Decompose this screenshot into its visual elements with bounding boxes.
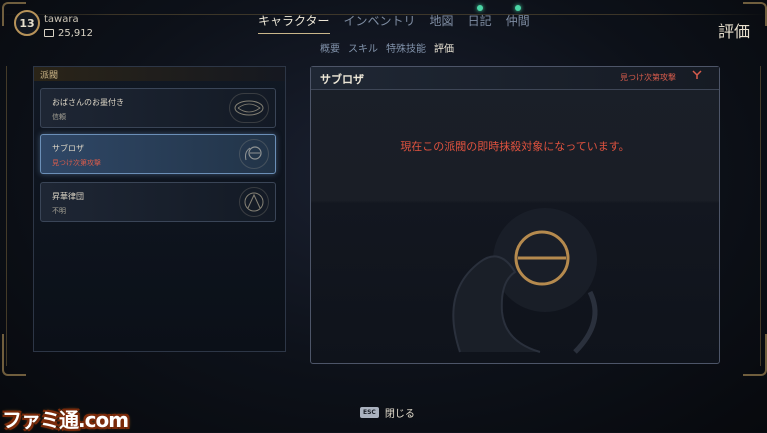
scroll-emblem-icon	[229, 93, 269, 123]
tab-journal[interactable]: 日記	[468, 5, 492, 29]
hostile-status-icon	[692, 70, 702, 79]
subtab-overview[interactable]: 概要	[320, 40, 340, 55]
watermark-logo: ファミ通.com	[2, 408, 129, 432]
sabroza-large-emblem-icon	[452, 208, 598, 354]
player-level-badge: 13	[14, 10, 40, 36]
faction-detail-title: サブロザ	[320, 73, 364, 86]
corner-ornament-bottom-right	[743, 334, 767, 376]
faction-name: 昇華律団	[52, 192, 84, 201]
faction-list-header	[34, 67, 285, 81]
subtab-skills[interactable]: スキル	[348, 40, 378, 55]
tab-map[interactable]: 地図	[430, 12, 454, 29]
close-button[interactable]: ESC 閉じる	[360, 405, 415, 420]
tab-inventory[interactable]: インベントリ	[344, 12, 416, 29]
sub-tabs: 概要 スキル 特殊技能 評価	[320, 40, 454, 55]
faction-name: おばさんのお墨付き	[52, 98, 124, 107]
faction-detail-message: 現在この派閥の即時抹殺対象になっています。	[400, 140, 630, 153]
right-frame-line	[760, 66, 761, 366]
close-label: 閉じる	[384, 409, 415, 420]
subtab-perks[interactable]: 特殊技能	[386, 40, 426, 55]
faction-name: サブロザ	[52, 144, 84, 153]
faction-status: 不明	[52, 207, 66, 215]
corner-ornament-bottom-left	[2, 334, 26, 376]
faction-status: 信頼	[52, 113, 66, 121]
tab-character[interactable]: キャラクター	[258, 12, 330, 34]
notification-dot-icon	[514, 5, 521, 11]
faction-detail-status: 見つけ次第攻撃	[620, 73, 676, 82]
subtab-reputation[interactable]: 評価	[434, 40, 454, 55]
player-money: 25,912	[58, 28, 93, 39]
main-tabs: キャラクター インベントリ 地図 日記 仲間	[258, 5, 530, 34]
faction-item-ascension[interactable]: 昇華律団 不明	[40, 182, 276, 222]
left-frame-line	[6, 66, 7, 366]
faction-status: 見つけ次第攻撃	[52, 159, 101, 167]
tab-companions[interactable]: 仲間	[506, 5, 530, 29]
notification-dot-icon	[476, 5, 483, 11]
currency-icon	[44, 29, 54, 37]
page-title: 評価	[718, 22, 751, 41]
faction-list-title: 派閥	[40, 71, 59, 81]
faction-item-aunties-approval[interactable]: おばさんのお墨付き 信頼	[40, 88, 276, 128]
sabroza-emblem-icon	[239, 139, 269, 169]
esc-key-icon: ESC	[360, 407, 379, 418]
faction-item-sabroza[interactable]: サブロザ 見つけ次第攻撃	[40, 134, 276, 174]
ascension-emblem-icon	[239, 187, 269, 217]
player-level: 13	[19, 16, 35, 30]
player-name: tawara	[44, 14, 79, 25]
